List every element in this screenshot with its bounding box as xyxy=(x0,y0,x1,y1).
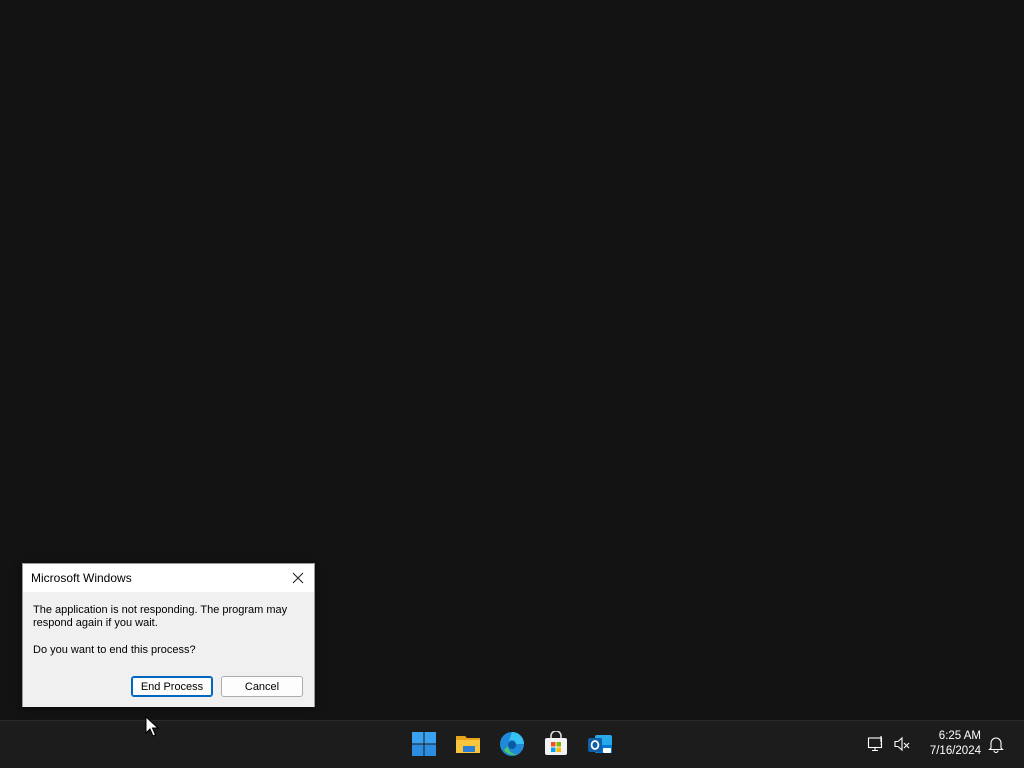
dialog-question: Do you want to end this process? xyxy=(33,644,196,656)
dialog-title: Microsoft Windows xyxy=(31,571,132,585)
dialog-message: The application is not responding. The p… xyxy=(33,604,288,629)
mouse-pointer-icon xyxy=(145,716,159,737)
volume-muted-icon xyxy=(894,736,910,752)
not-responding-dialog: Microsoft Windows The application is not… xyxy=(22,563,315,707)
clock[interactable]: 6:25 AM 7/16/2024 xyxy=(930,729,981,759)
close-icon xyxy=(292,572,304,584)
edge-button[interactable] xyxy=(499,731,525,757)
volume-button[interactable] xyxy=(893,735,911,753)
store-button[interactable] xyxy=(543,730,569,757)
clock-time: 6:25 AM xyxy=(938,730,981,742)
end-process-button[interactable]: End Process xyxy=(131,676,213,697)
network-button[interactable] xyxy=(867,735,885,753)
dialog-titlebar[interactable]: Microsoft Windows xyxy=(23,564,314,592)
folder-icon xyxy=(456,736,480,753)
clock-date: 7/16/2024 xyxy=(929,745,981,757)
outlook-icon xyxy=(588,735,612,753)
store-icon xyxy=(545,730,567,755)
dialog-body: The application is not responding. The p… xyxy=(23,592,314,707)
close-button[interactable] xyxy=(288,568,308,588)
edge-icon xyxy=(500,732,524,756)
cancel-button[interactable]: Cancel xyxy=(221,676,303,697)
start-button[interactable] xyxy=(411,731,437,757)
outlook-button[interactable] xyxy=(587,731,613,757)
network-disconnected-icon xyxy=(867,736,883,752)
file-explorer-button[interactable] xyxy=(455,731,481,757)
windows-logo-icon xyxy=(412,732,436,756)
notifications-button[interactable] xyxy=(987,735,1005,754)
bell-icon xyxy=(988,737,1004,754)
